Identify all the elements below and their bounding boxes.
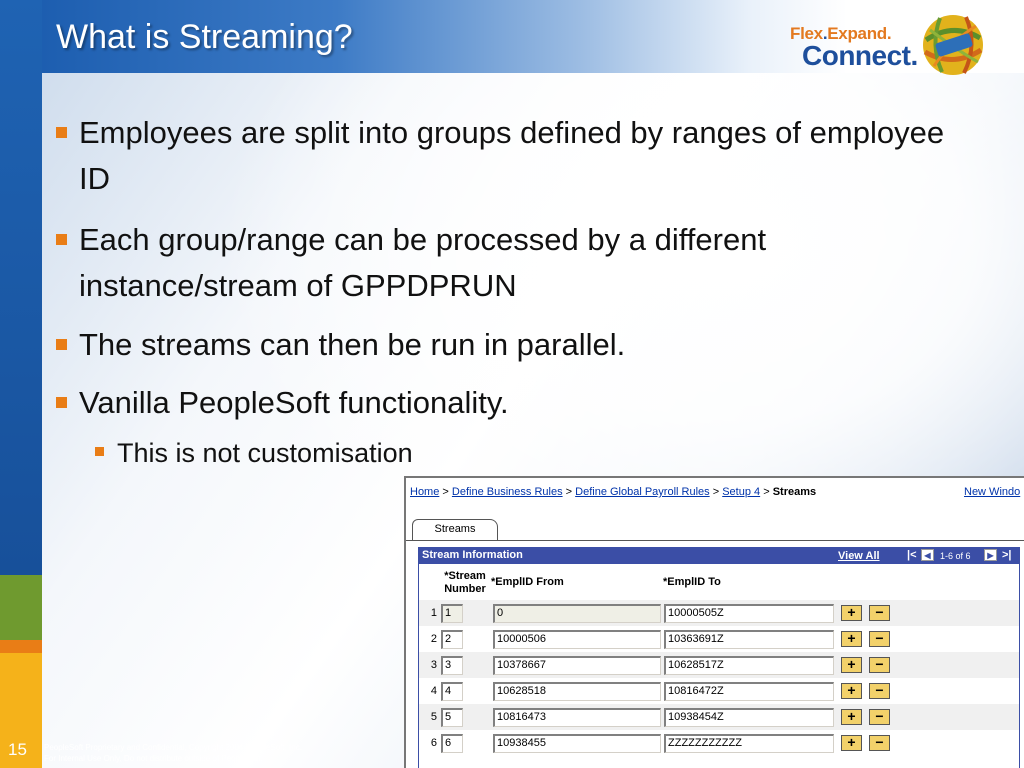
breadcrumb-home-link[interactable]: Home bbox=[410, 486, 439, 498]
bullet-square-icon bbox=[56, 397, 67, 408]
breadcrumb-define-business-rules-link[interactable]: Define Business Rules bbox=[452, 486, 563, 498]
emplid-from-field[interactable]: 10628518 bbox=[493, 682, 661, 701]
row-number: 1 bbox=[430, 607, 437, 619]
first-page-link[interactable]: |< bbox=[907, 549, 917, 561]
row-number: 3 bbox=[430, 659, 437, 671]
row-number: 4 bbox=[430, 685, 437, 697]
delete-row-button[interactable]: − bbox=[869, 657, 890, 673]
table-row: 6 6 10938455 ZZZZZZZZZZZ + − bbox=[419, 730, 1019, 756]
row-range-indicator: 1-6 of 6 bbox=[940, 551, 971, 561]
delete-row-button[interactable]: − bbox=[869, 735, 890, 751]
stream-number-field[interactable]: 2 bbox=[441, 630, 463, 649]
emplid-from-field[interactable]: 10938455 bbox=[493, 734, 661, 753]
emplid-to-field[interactable]: 10363691Z bbox=[664, 630, 834, 649]
bullet-square-icon bbox=[56, 234, 67, 245]
bullet-square-icon bbox=[56, 127, 67, 138]
footer-copyright: PeopleSoft Proprietary and Confidential,… bbox=[44, 743, 302, 752]
flex-expand-connect-logo: Flex.Expand. Connect. bbox=[790, 10, 990, 85]
table-row: 4 4 10628518 10816472Z + − bbox=[419, 678, 1019, 704]
add-row-button[interactable]: + bbox=[841, 683, 862, 699]
column-header-stream-number: *Stream Number bbox=[444, 570, 486, 595]
row-number: 5 bbox=[430, 711, 437, 723]
footer-notice: For Internal Use Only, Do not distribute… bbox=[44, 754, 263, 763]
peoplesoft-streams-page: Home > Define Business Rules > Define Gl… bbox=[404, 476, 1024, 768]
view-all-link[interactable]: View All bbox=[838, 550, 880, 562]
stream-grid: *Stream Number *EmplID From *EmplID To 1… bbox=[418, 564, 1020, 768]
row-number: 2 bbox=[430, 633, 437, 645]
emplid-from-field[interactable]: 10378667 bbox=[493, 656, 661, 675]
emplid-from-field[interactable]: 10816473 bbox=[493, 708, 661, 727]
emplid-to-field[interactable]: 10000505Z bbox=[664, 604, 834, 623]
stream-number-field[interactable]: 3 bbox=[441, 656, 463, 675]
sub-bullet-item: This is not customisation bbox=[95, 435, 413, 471]
tab-divider bbox=[406, 540, 1024, 541]
last-page-link[interactable]: >| bbox=[1002, 549, 1012, 561]
bullet-item: Each group/range can be processed by a d… bbox=[56, 217, 976, 309]
left-color-band bbox=[0, 0, 42, 768]
column-header-emplid-from: *EmplID From bbox=[491, 576, 564, 588]
stream-number-field[interactable]: 4 bbox=[441, 682, 463, 701]
add-row-button[interactable]: + bbox=[841, 709, 862, 725]
breadcrumb: Home > Define Business Rules > Define Gl… bbox=[410, 486, 817, 498]
stream-number-field[interactable]: 1 bbox=[441, 604, 463, 623]
band-blue-segment bbox=[0, 0, 42, 575]
table-row: 5 5 10816473 10938454Z + − bbox=[419, 704, 1019, 730]
add-row-button[interactable]: + bbox=[841, 605, 862, 621]
grid-title: Stream Information bbox=[422, 549, 523, 561]
next-arrow-icon[interactable]: ▶ bbox=[984, 549, 997, 561]
logo-text-connect: Connect. bbox=[802, 40, 918, 71]
bullet-square-icon bbox=[95, 447, 104, 456]
breadcrumb-current: Streams bbox=[772, 486, 817, 498]
slide-title: What is Streaming? bbox=[56, 18, 353, 56]
bullet-item: Employees are split into groups defined … bbox=[56, 110, 976, 202]
breadcrumb-setup4-link[interactable]: Setup 4 bbox=[722, 486, 760, 498]
emplid-from-field[interactable]: 10000506 bbox=[493, 630, 661, 649]
delete-row-button[interactable]: − bbox=[869, 605, 890, 621]
table-row: 3 3 10378667 10628517Z + − bbox=[419, 652, 1019, 678]
stream-number-field[interactable]: 6 bbox=[441, 734, 463, 753]
emplid-to-field[interactable]: ZZZZZZZZZZZ bbox=[664, 734, 834, 753]
breadcrumb-define-global-payroll-rules-link[interactable]: Define Global Payroll Rules bbox=[575, 486, 710, 498]
emplid-from-field[interactable]: 0 bbox=[493, 604, 661, 623]
delete-row-button[interactable]: − bbox=[869, 631, 890, 647]
add-row-button[interactable]: + bbox=[841, 657, 862, 673]
delete-row-button[interactable]: − bbox=[869, 683, 890, 699]
new-window-link[interactable]: New Windo bbox=[964, 486, 1020, 498]
delete-row-button[interactable]: − bbox=[869, 709, 890, 725]
emplid-to-field[interactable]: 10938454Z bbox=[664, 708, 834, 727]
stream-number-field[interactable]: 5 bbox=[441, 708, 463, 727]
tab-streams[interactable]: Streams bbox=[412, 519, 498, 541]
add-row-button[interactable]: + bbox=[841, 631, 862, 647]
add-row-button[interactable]: + bbox=[841, 735, 862, 751]
grid-header: Stream Information View All |< ◀ 1-6 of … bbox=[418, 547, 1020, 564]
band-green-segment bbox=[0, 575, 42, 640]
emplid-to-field[interactable]: 10628517Z bbox=[664, 656, 834, 675]
bullet-square-icon bbox=[56, 339, 67, 350]
emplid-to-field[interactable]: 10816472Z bbox=[664, 682, 834, 701]
row-number: 6 bbox=[430, 737, 437, 749]
band-orange-segment bbox=[0, 640, 42, 653]
bullet-item: The streams can then be run in parallel. bbox=[56, 322, 976, 368]
bullet-item: Vanilla PeopleSoft functionality. bbox=[56, 380, 976, 426]
rubber-band-ball-icon bbox=[923, 15, 983, 75]
page-number: 15 bbox=[8, 740, 27, 759]
table-row: 2 2 10000506 10363691Z + − bbox=[419, 626, 1019, 652]
previous-arrow-icon[interactable]: ◀ bbox=[921, 549, 934, 561]
table-row: 1 1 0 10000505Z + − bbox=[419, 600, 1019, 626]
column-header-emplid-to: *EmplID To bbox=[663, 576, 721, 588]
